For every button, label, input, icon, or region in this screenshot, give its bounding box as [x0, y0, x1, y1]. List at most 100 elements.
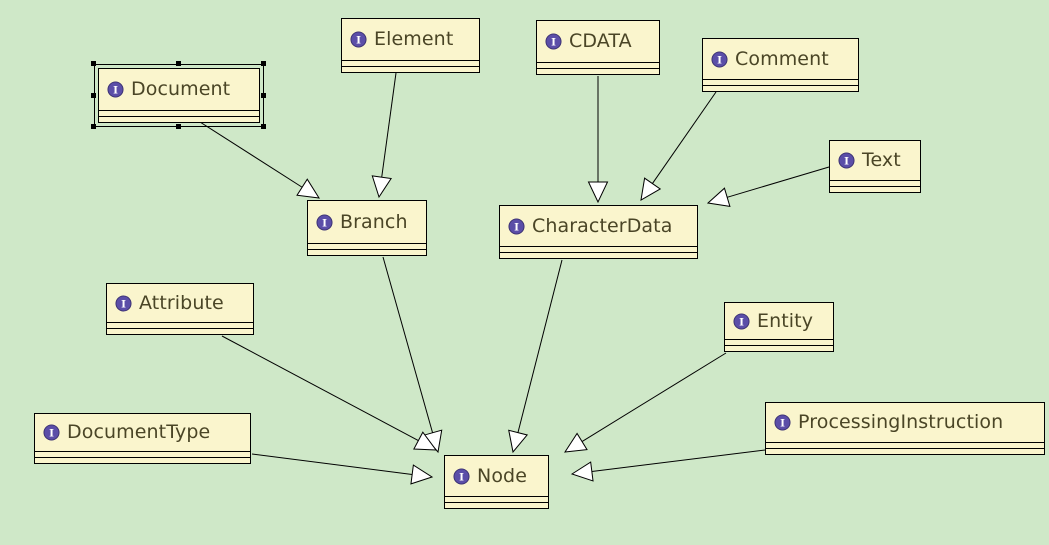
uml-class-element[interactable]: I Element [341, 18, 480, 73]
svg-text:I: I [322, 217, 327, 229]
generalization-line [381, 72, 397, 178]
uml-class-comment[interactable]: I Comment [702, 38, 859, 92]
uml-class-name: CharacterData [532, 214, 673, 237]
generalization-arrowhead [570, 461, 594, 482]
generalization-line [199, 121, 303, 188]
generalization-arrowhead [706, 187, 731, 208]
uml-class-title-compartment: I Document [99, 69, 259, 110]
svg-text:I: I [780, 418, 785, 430]
selection-handle[interactable] [91, 92, 96, 98]
interface-icon: I [43, 424, 60, 441]
uml-class-processinginstruction[interactable]: I ProcessingInstruction [765, 402, 1045, 455]
uml-operations-compartment [537, 68, 659, 74]
generalization-characterdata-node[interactable] [508, 259, 563, 454]
svg-text:I: I [551, 37, 556, 49]
interface-icon: I [453, 467, 470, 485]
uml-class-title-compartment: I Text [830, 141, 920, 180]
uml-operations-compartment [99, 116, 259, 122]
uml-class-title-compartment: I Comment [703, 39, 858, 79]
uml-class-name: Attribute [139, 291, 224, 314]
interface-icon: I [115, 294, 132, 312]
uml-class-cdata[interactable]: I CDATA [536, 20, 660, 75]
uml-class-title-compartment: I Branch [308, 201, 426, 243]
interface-icon: I [107, 81, 124, 98]
generalization-line [517, 259, 563, 433]
generalization-attribute-node[interactable] [221, 335, 438, 451]
interface-icon: I [350, 31, 367, 48]
svg-text:I: I [717, 54, 722, 66]
uml-class-title-compartment: I CharacterData [500, 206, 697, 246]
generalization-line [727, 166, 830, 198]
uml-class-title-compartment: I Element [342, 19, 479, 60]
selection-handle[interactable] [261, 92, 266, 98]
uml-class-node[interactable]: I Node [444, 455, 549, 509]
uml-class-entity[interactable]: I Entity [724, 302, 834, 352]
generalization-entity-node[interactable] [564, 352, 727, 453]
generalization-branch-node[interactable] [382, 256, 443, 454]
interface-icon: I [508, 217, 525, 235]
interface-icon: I [711, 50, 728, 68]
generalization-line [651, 91, 717, 184]
uml-class-title-compartment: I Entity [725, 303, 833, 339]
generalization-cdata-characterdata[interactable] [587, 76, 609, 204]
selection-handle[interactable] [261, 124, 266, 129]
generalization-text-characterdata[interactable] [706, 166, 830, 208]
svg-text:I: I [356, 35, 361, 47]
uml-class-name: Document [131, 78, 231, 100]
generalization-arrowhead [640, 177, 662, 201]
interface-icon: I [838, 152, 855, 169]
uml-class-name: ProcessingInstruction [798, 411, 1004, 433]
interface-icon: I [774, 414, 791, 431]
uml-operations-compartment [830, 186, 920, 192]
uml-class-text[interactable]: I Text [829, 140, 921, 193]
uml-operations-compartment [703, 85, 858, 91]
generalization-line [382, 256, 434, 433]
generalization-arrowhead [422, 429, 443, 454]
uml-class-title-compartment: I ProcessingInstruction [766, 403, 1044, 442]
svg-text:I: I [121, 298, 126, 310]
generalization-processinginstruction-node[interactable] [570, 449, 766, 482]
generalization-documenttype-node[interactable] [251, 453, 434, 485]
interface-icon: I [545, 33, 562, 50]
uml-class-name: Entity [757, 309, 814, 332]
interface-icon: I [733, 312, 750, 330]
uml-class-documenttype[interactable]: I DocumentType [34, 413, 251, 464]
uml-class-name: CDATA [569, 30, 632, 52]
uml-class-name: Branch [340, 210, 408, 233]
svg-text:I: I [514, 221, 519, 233]
uml-class-characterdata[interactable]: I CharacterData [499, 205, 698, 259]
uml-class-branch[interactable]: I Branch [307, 200, 427, 256]
generalization-arrowhead [508, 429, 529, 454]
generalization-document-branch[interactable] [199, 121, 320, 199]
uml-class-name: DocumentType [67, 421, 211, 443]
generalization-line [221, 335, 419, 442]
generalization-arrowhead [296, 178, 320, 199]
uml-operations-compartment [35, 457, 250, 463]
generalization-arrowhead [413, 431, 438, 451]
uml-operations-compartment [308, 249, 426, 255]
selection-handle[interactable] [91, 124, 96, 129]
generalization-comment-characterdata[interactable] [640, 91, 717, 201]
generalization-arrowhead [564, 432, 588, 453]
diagram-canvas[interactable]: I Document I Element I CDATA I Comment I Text I Bra… [0, 0, 1049, 545]
uml-class-name: Comment [735, 47, 829, 70]
selection-handle[interactable] [261, 61, 266, 66]
selection-handle[interactable] [91, 61, 96, 66]
uml-class-attribute[interactable]: I Attribute [106, 283, 254, 335]
uml-class-title-compartment: I Attribute [107, 284, 253, 322]
svg-text:I: I [459, 471, 464, 483]
uml-operations-compartment [766, 448, 1044, 454]
generalization-arrowhead [410, 464, 434, 485]
generalization-arrowhead [371, 175, 392, 199]
generalization-line [581, 352, 727, 442]
uml-operations-compartment [342, 66, 479, 72]
generalization-line [251, 453, 413, 475]
uml-operations-compartment [107, 328, 253, 334]
selection-handle[interactable] [176, 61, 181, 66]
uml-class-document[interactable]: I Document [98, 68, 260, 123]
uml-class-name: Text [862, 149, 901, 171]
generalization-element-branch[interactable] [371, 72, 397, 199]
selection-handle[interactable] [176, 124, 181, 129]
uml-class-title-compartment: I DocumentType [35, 414, 250, 451]
uml-class-name: Node [477, 464, 527, 487]
